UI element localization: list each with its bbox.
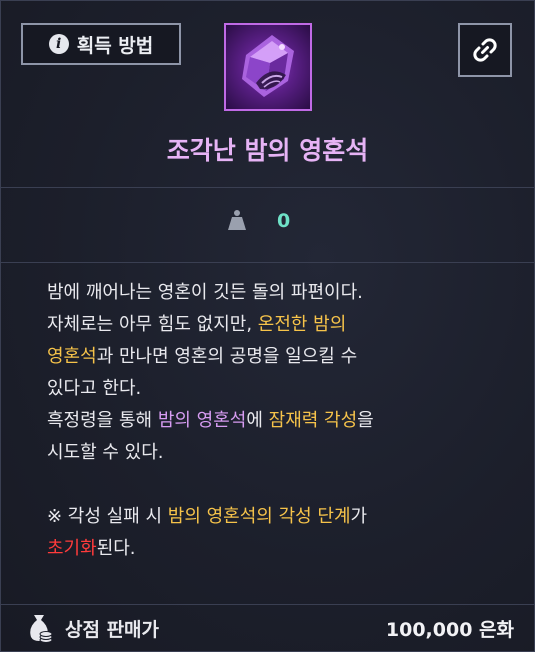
- copy-link-button[interactable]: [458, 23, 512, 77]
- item-tooltip-card: i 획득 방법 조각난 밤의 영혼석 0 밤에 깨어나는 영혼이 깃든 돌의 파…: [0, 0, 535, 652]
- warning-note: 초기화된다.: [47, 538, 136, 559]
- item-name: 조각난 밤의 영혼석: [166, 136, 369, 165]
- acquire-method-button[interactable]: i 획득 방법: [21, 23, 181, 65]
- weight-row: 0: [1, 188, 534, 263]
- item-description: 밤에 깨어나는 영혼이 깃든 돌의 파편이다. 자체로는 아무 힘도 없지만, …: [47, 277, 497, 565]
- info-icon: i: [48, 34, 69, 54]
- sell-price-row: 상점 판매가 100,000 은화: [1, 604, 534, 652]
- warning-note: ※ 각성 실패 시 밤의 영혼석의 각성 단계가: [47, 506, 368, 527]
- sell-price-value: 100,000 은화: [385, 619, 514, 641]
- description-line: 밤에 깨어나는 영혼이 깃든 돌의 파편이다.: [47, 282, 363, 303]
- description-line: 자체로는 아무 힘도 없지만, 온전한 밤의: [47, 314, 347, 335]
- item-header: i 획득 방법 조각난 밤의 영혼석: [1, 1, 534, 188]
- weight-icon: [228, 210, 246, 230]
- sell-price-label: 상점 판매가: [65, 619, 160, 641]
- acquire-method-label: 획득 방법: [76, 34, 154, 57]
- description-line: 시도할 수 있다.: [47, 442, 164, 463]
- description-line: 흑정령을 통해 밤의 영혼석에 잠재력 각성을: [47, 410, 374, 431]
- description-line: 있다고 한다.: [47, 378, 142, 399]
- weight-value: 0: [277, 210, 291, 232]
- night-soulstone-fragment-icon: [224, 23, 312, 111]
- description-line: 영혼석과 만나면 영혼의 공명을 일으킬 수: [47, 346, 358, 367]
- link-icon: [473, 38, 497, 62]
- money-bag-icon: [30, 615, 53, 643]
